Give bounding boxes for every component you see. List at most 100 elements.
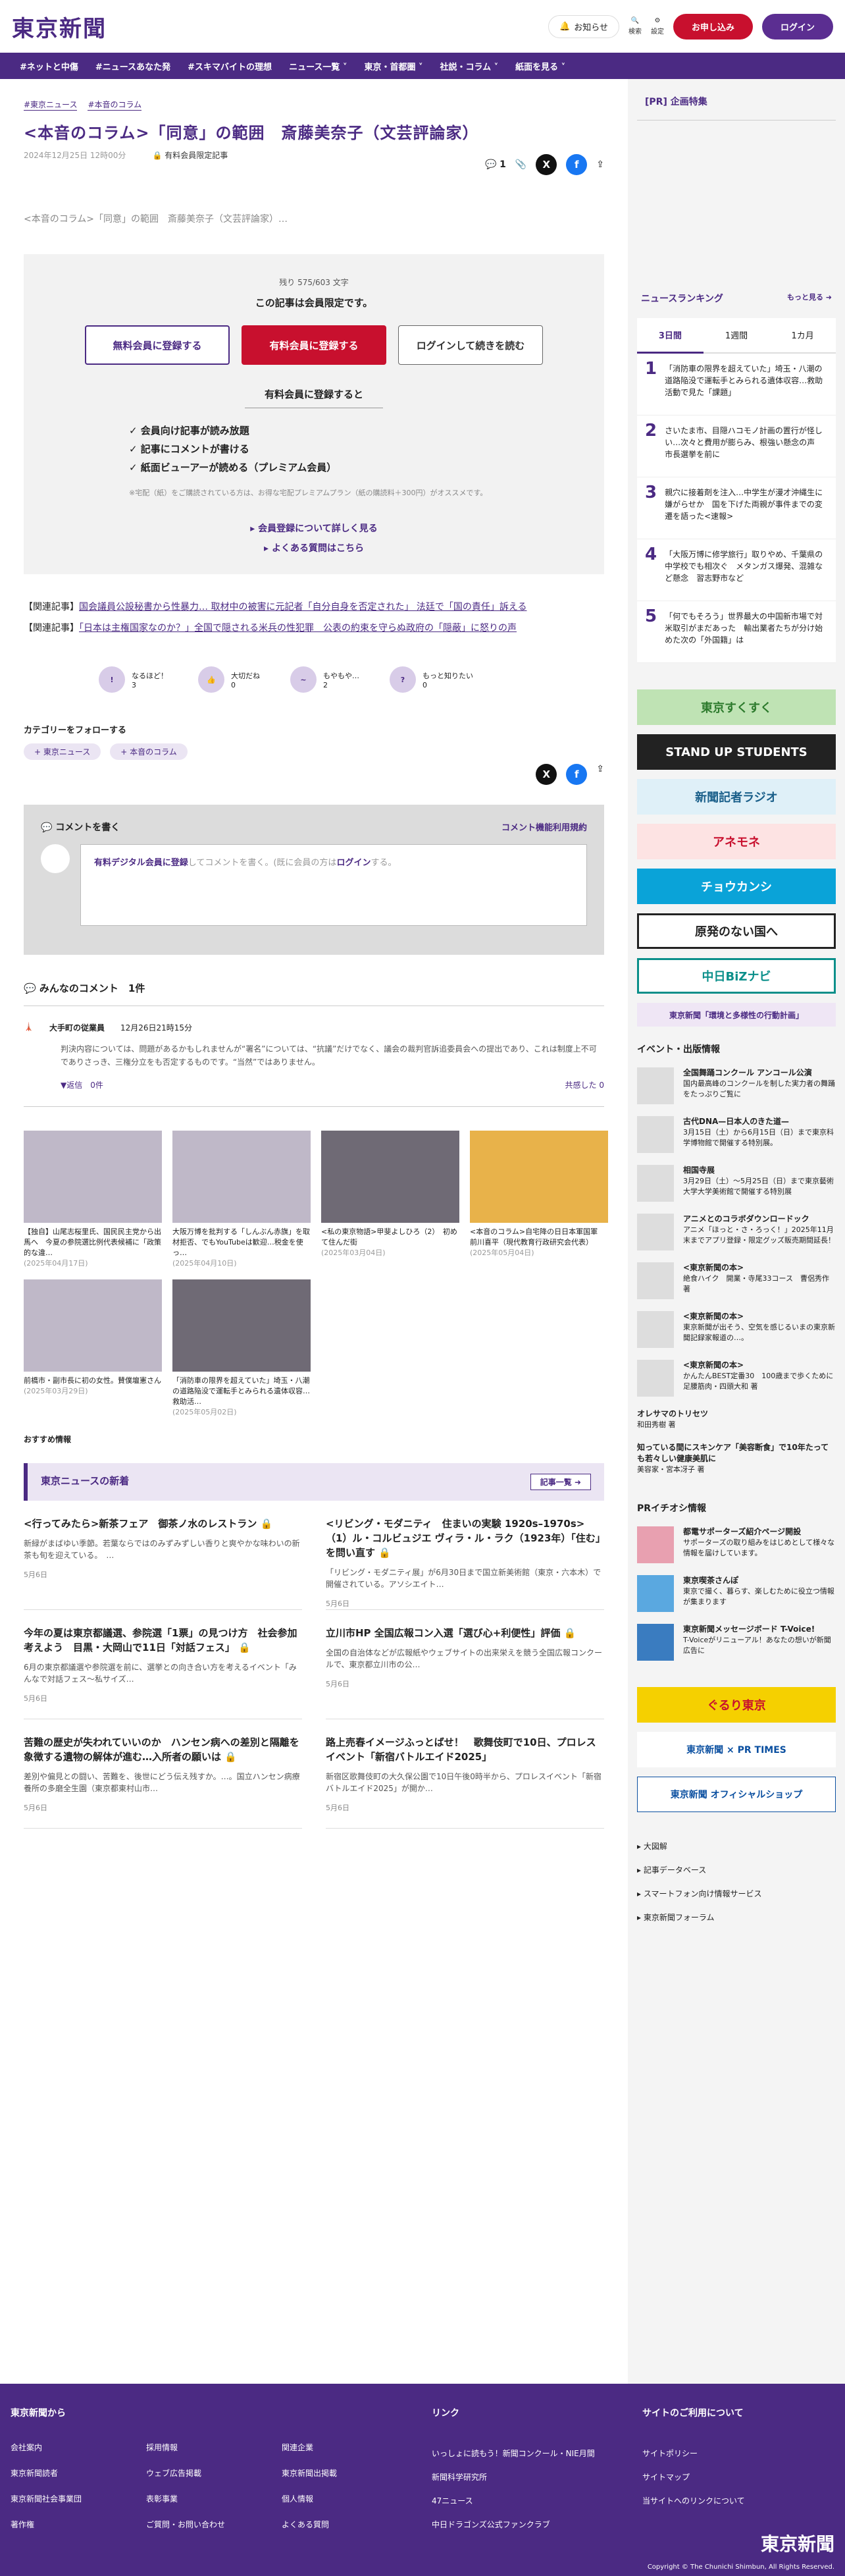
footer-link[interactable]: 47ニュース — [432, 2489, 642, 2513]
banner-prtimes[interactable]: 東京新聞 × PR TIMES — [637, 1732, 836, 1767]
signup-button[interactable]: お申し込み — [673, 13, 753, 40]
footer-link[interactable]: 中日ドラゴンズ公式ファンクラブ — [432, 2513, 642, 2536]
banner-anemone[interactable]: アネモネ — [637, 824, 836, 859]
news-item[interactable]: 苦難の歴史が失われていいのか ハンセン病への差別と隔離を象徴する遺物の解体が進む… — [24, 1719, 302, 1829]
comment-login-link[interactable]: ログイン — [336, 858, 371, 868]
thumb-item[interactable]: <私の東京物語>甲斐よしひろ（2） 初めて住んだ街 (2025年03月04日) — [321, 1131, 459, 1269]
footer-link[interactable]: 関連企業 — [282, 2442, 417, 2453]
footer-link[interactable]: 会社案内 — [11, 2442, 146, 2453]
event-item[interactable]: アニメとのコラボダウンロードック アニメ「ほっと・さ・ろっく！」2025年11月末… — [637, 1214, 836, 1250]
footer-link[interactable]: 東京新聞出掲載 — [282, 2467, 417, 2479]
footer-link[interactable]: 個人情報 — [282, 2493, 417, 2504]
news-item[interactable]: 路上売春イメージふっとばせ！ 歌舞伎町で10日、プロレスイベント「新宿バトルエイ… — [326, 1719, 604, 1829]
news-item[interactable]: <行ってみたら>新茶フェア 御茶ノ水のレストラン 🔒 新緑がまばゆい季節。若葉なら… — [24, 1501, 302, 1610]
reaction-button[interactable]: 👍 大切だね 0 — [198, 666, 260, 693]
ranking-more-link[interactable]: もっと見る ➜ — [787, 292, 832, 305]
news-item[interactable]: 立川市HP 全国広報コン入選「選び心+利便性」評価 🔒 全国の自治体などが広報紙や… — [326, 1610, 604, 1719]
x-share-icon[interactable]: X — [536, 154, 557, 175]
comment-input[interactable]: 有料デジタル会員に登録してコメントを書く。(既に会員の方はログインする。 — [80, 844, 587, 926]
ranking-item[interactable]: 4 「大阪万博に修学旅行」取りやめ、千葉県の中学校でも相次ぐ メタンガス爆発、混雑… — [637, 539, 836, 601]
sidebar-link[interactable]: ▸ スマートフォン向け情報サービス — [637, 1882, 836, 1906]
thumb-item[interactable]: 【独自】山尾志桜里氏、国民民主党から出馬へ 今夏の参院選比例代表候補に「政策的な… — [24, 1131, 162, 1269]
reaction-button[interactable]: ∼ もやもや… 2 — [290, 666, 359, 693]
thumb-item[interactable]: 「消防車の限界を超えていた」埼玉・八潮の道路陥没で運転手とみられる遺体収容…救助… — [172, 1279, 311, 1418]
like-button[interactable]: 共感した 0 — [565, 1079, 604, 1090]
footer-link[interactable]: 新聞科学研究所 — [432, 2465, 642, 2489]
thumb-item[interactable]: 前橋市・副市長に初の女性。賛僕壇憲さん (2025年03月29日) — [24, 1279, 162, 1418]
sidebar-link[interactable]: ▸ 記事データベース — [637, 1858, 836, 1882]
ranking-item[interactable]: 2 さいたま市、目隠ハコモノ計画の置行が怪しい…次々と費用が膨らみ、根強い懸念の声… — [637, 416, 836, 477]
banner-shop[interactable]: 東京新聞 オフィシャルショップ — [637, 1777, 836, 1812]
event-item[interactable]: 古代DNA—日本人のきた道— 3月15日（土）から6月15日（日）まで東京科学博物… — [637, 1116, 836, 1153]
tab-3days[interactable]: 3日間 — [637, 318, 704, 354]
x-share-icon[interactable]: X — [536, 764, 557, 785]
footer-link[interactable]: よくある質問 — [282, 2519, 417, 2530]
related-link[interactable]: 「日本は主権国家なのか？」全国で隠される米兵の性犯罪 公表の約束を守らぬ政府の「… — [79, 623, 517, 633]
banner-sukusuku[interactable]: 東京すくすく — [637, 689, 836, 725]
nav-item[interactable]: ニュース一覧 ˅ — [289, 60, 347, 72]
banner-environment[interactable]: 東京新聞「環境と多様性の行動計画」 — [637, 1003, 836, 1027]
login-button[interactable]: ログイン — [761, 13, 833, 40]
reaction-button[interactable]: ? もっと知りたい 0 — [390, 666, 473, 693]
footer-link[interactable]: 著作権 — [11, 2519, 146, 2530]
banner-radio[interactable]: 新聞記者ラジオ — [637, 779, 836, 815]
digital-signup-link[interactable]: 有料デジタル会員に登録 — [94, 858, 188, 868]
banner-gururi[interactable]: ぐるり東京 — [637, 1687, 836, 1723]
login-continue-button[interactable]: ログインして続きを読む — [398, 325, 543, 365]
pr-item[interactable]: 東京新聞メッセージボード T-Voice! T-Voiceがリニューアル！あなたの… — [637, 1624, 836, 1661]
related-link[interactable]: 国会議員公設秘書から性暴力… 取材中の被害に元記者「自分自身を否定された」 法廷… — [79, 602, 526, 612]
share-icon[interactable]: ⇪ — [596, 159, 604, 170]
footer-logo[interactable]: 東京新聞 — [761, 2530, 834, 2556]
pr-item[interactable]: 都電サポーターズ紹介ページ開設 サポーターズの取り組みをはじめとして様々な情報を届… — [637, 1526, 836, 1563]
comment-count[interactable]: 💬 1 — [485, 159, 506, 170]
news-more-button[interactable]: 記事一覧 ➜ — [530, 1474, 591, 1490]
notification-button[interactable]: 🔔 お知らせ — [548, 14, 619, 38]
nav-item[interactable]: 東京・首都圏 ˅ — [364, 60, 423, 72]
nav-item[interactable]: #ニュースあなた発 — [95, 60, 170, 72]
tab-1month[interactable]: 1カ月 — [769, 318, 836, 354]
footer-link[interactable]: 採用情報 — [146, 2442, 282, 2453]
event-item[interactable]: 全国舞踊コンクール アンコール公演 国内最高峰のコンクールを制した実力者の舞踊をた… — [637, 1067, 836, 1104]
comment-terms-link[interactable]: コメント機能利用規約 — [501, 820, 587, 834]
footer-link[interactable]: 当サイトへのリンクについて — [642, 2489, 833, 2513]
banner-standup[interactable]: STAND UP STUDENTS — [637, 734, 836, 770]
membership-info-link[interactable]: ▸ 会員登録について詳しく見る — [50, 519, 578, 539]
facebook-share-icon[interactable]: f — [566, 764, 588, 785]
tab-1week[interactable]: 1週間 — [703, 318, 770, 354]
footer-link[interactable]: ご質問・お問い合わせ — [146, 2519, 282, 2530]
thumb-item[interactable]: 大阪万博を批判する「しんぶん赤旗」を取材拒否、でもYouTubeは歓迎…税金を使… — [172, 1131, 311, 1269]
reply-toggle[interactable]: ▼返信 0件 — [61, 1079, 103, 1090]
footer-link[interactable]: 東京新聞読者 — [11, 2467, 146, 2479]
banner-genpatsu[interactable]: 原発のない国へ — [637, 913, 836, 949]
banner-bizNavi[interactable]: 中日BiZナビ — [637, 958, 836, 994]
event-item[interactable]: <東京新聞の本> 絶食ハイク 開業・寺尾33コース 曹侶秀作 著 — [637, 1262, 836, 1299]
share-icon[interactable]: ⇪ — [596, 764, 604, 785]
pr-item[interactable]: 東京喫茶さんぽ 東京で撮く、暮らす、楽しむために役立つ情報が集まります — [637, 1575, 836, 1612]
faq-link[interactable]: ▸ よくある質問はこちら — [50, 539, 578, 558]
site-logo[interactable]: 東京新聞 — [12, 11, 107, 43]
ranking-item[interactable]: 1 「消防車の限界を超えていた」埼玉・八潮の道路陥没で運転手とみられる遺体収容…救… — [637, 354, 836, 416]
free-signup-button[interactable]: 無料会員に登録する — [85, 325, 230, 365]
search-button[interactable]: 🔍 検索 — [628, 17, 642, 36]
footer-link[interactable]: 東京新聞社会事業団 — [11, 2493, 146, 2504]
ranking-item[interactable]: 5 「何でもそろう」世界最大の中国新市場で対米取引がまだあった 輸出業者たちが分け… — [637, 601, 836, 663]
sidebar-link[interactable]: ▸ 大図解 — [637, 1835, 836, 1858]
sidebar-link[interactable]: ▸ 東京新聞フォーラム — [637, 1906, 836, 1929]
clip-icon[interactable]: 📎 — [515, 159, 526, 170]
footer-link[interactable]: 表彰事業 — [146, 2493, 282, 2504]
crumb-link[interactable]: #東京ニュース — [24, 99, 78, 111]
footer-link[interactable]: いっしょに読もう！新聞コンクール・NIE月間 — [432, 2442, 642, 2465]
settings-button[interactable]: ⚙ 設定 — [651, 17, 664, 36]
follow-tag[interactable]: + 東京ニュース — [24, 743, 101, 760]
nav-item[interactable]: 社説・コラム ˅ — [440, 60, 498, 72]
book-link[interactable]: 知っている間にスキンケア「美容断食」で10年たっても若々しい健康美肌に 美容家・宮… — [637, 1442, 836, 1475]
thumb-item[interactable]: <本音のコラム>自宅降の日日本軍国軍 前川喜平（現代教育行政研究会代表） (202… — [470, 1131, 608, 1269]
news-item[interactable]: <リビング・モダニティ 住まいの実験 1920s–1970s>（1）ル・コルビュ… — [326, 1501, 604, 1610]
ranking-item[interactable]: 3 親穴に接着剤を注入…中学生が漫才沖縄生に嫌がらせか 国を下げた両親が事件までの… — [637, 477, 836, 539]
footer-link[interactable]: サイトマップ — [642, 2465, 833, 2489]
banner-choukanshi[interactable]: チョウカンシ — [637, 869, 836, 904]
follow-tag[interactable]: + 本音のコラム — [110, 743, 188, 760]
footer-link[interactable]: サイトポリシー — [642, 2442, 833, 2465]
facebook-share-icon[interactable]: f — [566, 154, 588, 175]
nav-item[interactable]: #ネットと中傷 — [20, 60, 78, 72]
